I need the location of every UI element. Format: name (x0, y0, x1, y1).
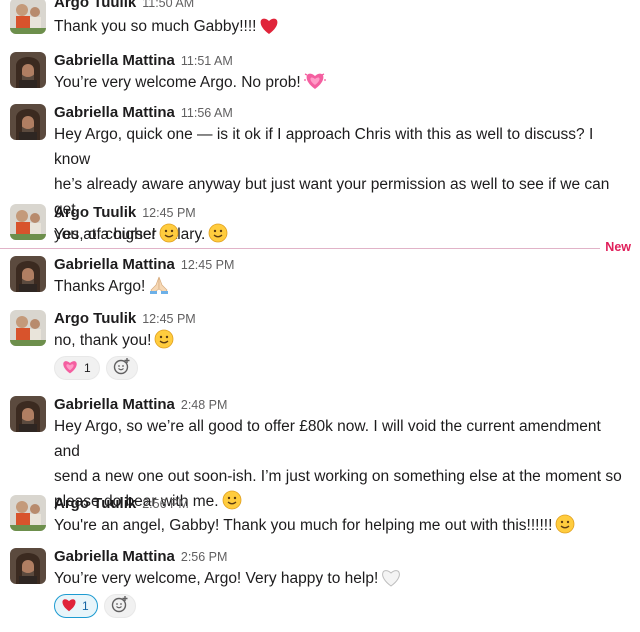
timestamp[interactable]: 12:45 PM (142, 312, 196, 326)
new-messages-divider (0, 248, 600, 249)
author-name[interactable]: Argo Tuulik (54, 0, 136, 11)
author-name[interactable]: Gabriella Mattina (54, 396, 175, 413)
avatar[interactable] (10, 256, 46, 292)
timestamp[interactable]: 2:56 PM (181, 550, 228, 564)
slightly-smiling-face-emoji (154, 329, 174, 357)
reaction-red-heart[interactable]: 1 (54, 594, 98, 618)
avatar[interactable] (10, 104, 46, 140)
reaction-heartpulse[interactable]: 1 (54, 356, 100, 380)
heartpulse-icon (61, 359, 79, 378)
message-text: You’re very welcome, Argo! Very happy to… (54, 566, 628, 595)
avatar[interactable] (10, 495, 46, 531)
avatar[interactable] (10, 310, 46, 346)
message-text: Yes, of course! (54, 222, 628, 251)
timestamp[interactable]: 11:51 AM (181, 54, 233, 68)
message-text: You’re very welcome Argo. No prob! (54, 70, 628, 99)
heartpulse-emoji (303, 71, 326, 99)
new-messages-label: New (605, 240, 631, 254)
author-name[interactable]: Argo Tuulik (54, 204, 136, 221)
folded-hands-emoji (148, 275, 170, 303)
reaction-count: 1 (84, 361, 91, 375)
message-text: Thank you so much Gabby!!!! (54, 14, 628, 43)
author-name[interactable]: Gabriella Mattina (54, 256, 175, 273)
add-reaction-button[interactable] (105, 356, 138, 380)
avatar[interactable] (10, 204, 46, 240)
author-name[interactable]: Gabriella Mattina (54, 548, 175, 565)
avatar[interactable] (10, 0, 46, 34)
avatar[interactable] (10, 396, 46, 432)
message-text: Thanks Argo! (54, 274, 628, 303)
add-emoji-icon (113, 357, 131, 380)
timestamp[interactable]: 12:45 PM (142, 206, 196, 220)
red-heart-icon (61, 598, 77, 615)
add-reaction-button[interactable] (103, 594, 136, 618)
author-name[interactable]: Gabriella Mattina (54, 52, 175, 69)
red-heart-emoji (259, 17, 279, 43)
author-name[interactable]: Argo Tuulik (54, 310, 136, 327)
avatar[interactable] (10, 548, 46, 584)
author-name[interactable]: Argo Tuulik (54, 495, 136, 512)
timestamp[interactable]: 12:45 PM (181, 258, 235, 272)
timestamp[interactable]: 2:48 PM (181, 398, 228, 412)
message-text: no, thank you! (54, 328, 628, 357)
author-name[interactable]: Gabriella Mattina (54, 104, 175, 121)
reaction-count: 1 (82, 599, 89, 613)
slightly-smiling-face-emoji (159, 223, 179, 251)
timestamp[interactable]: 11:56 AM (181, 106, 233, 120)
avatar[interactable] (10, 52, 46, 88)
timestamp[interactable]: 11:50 AM (142, 0, 194, 10)
add-emoji-icon (111, 595, 129, 618)
message-text: You're an angel, Gabby! Thank you much f… (54, 513, 628, 542)
slightly-smiling-face-emoji (555, 514, 575, 542)
white-heart-emoji (381, 569, 401, 595)
timestamp[interactable]: 2:56 PM (142, 497, 189, 511)
